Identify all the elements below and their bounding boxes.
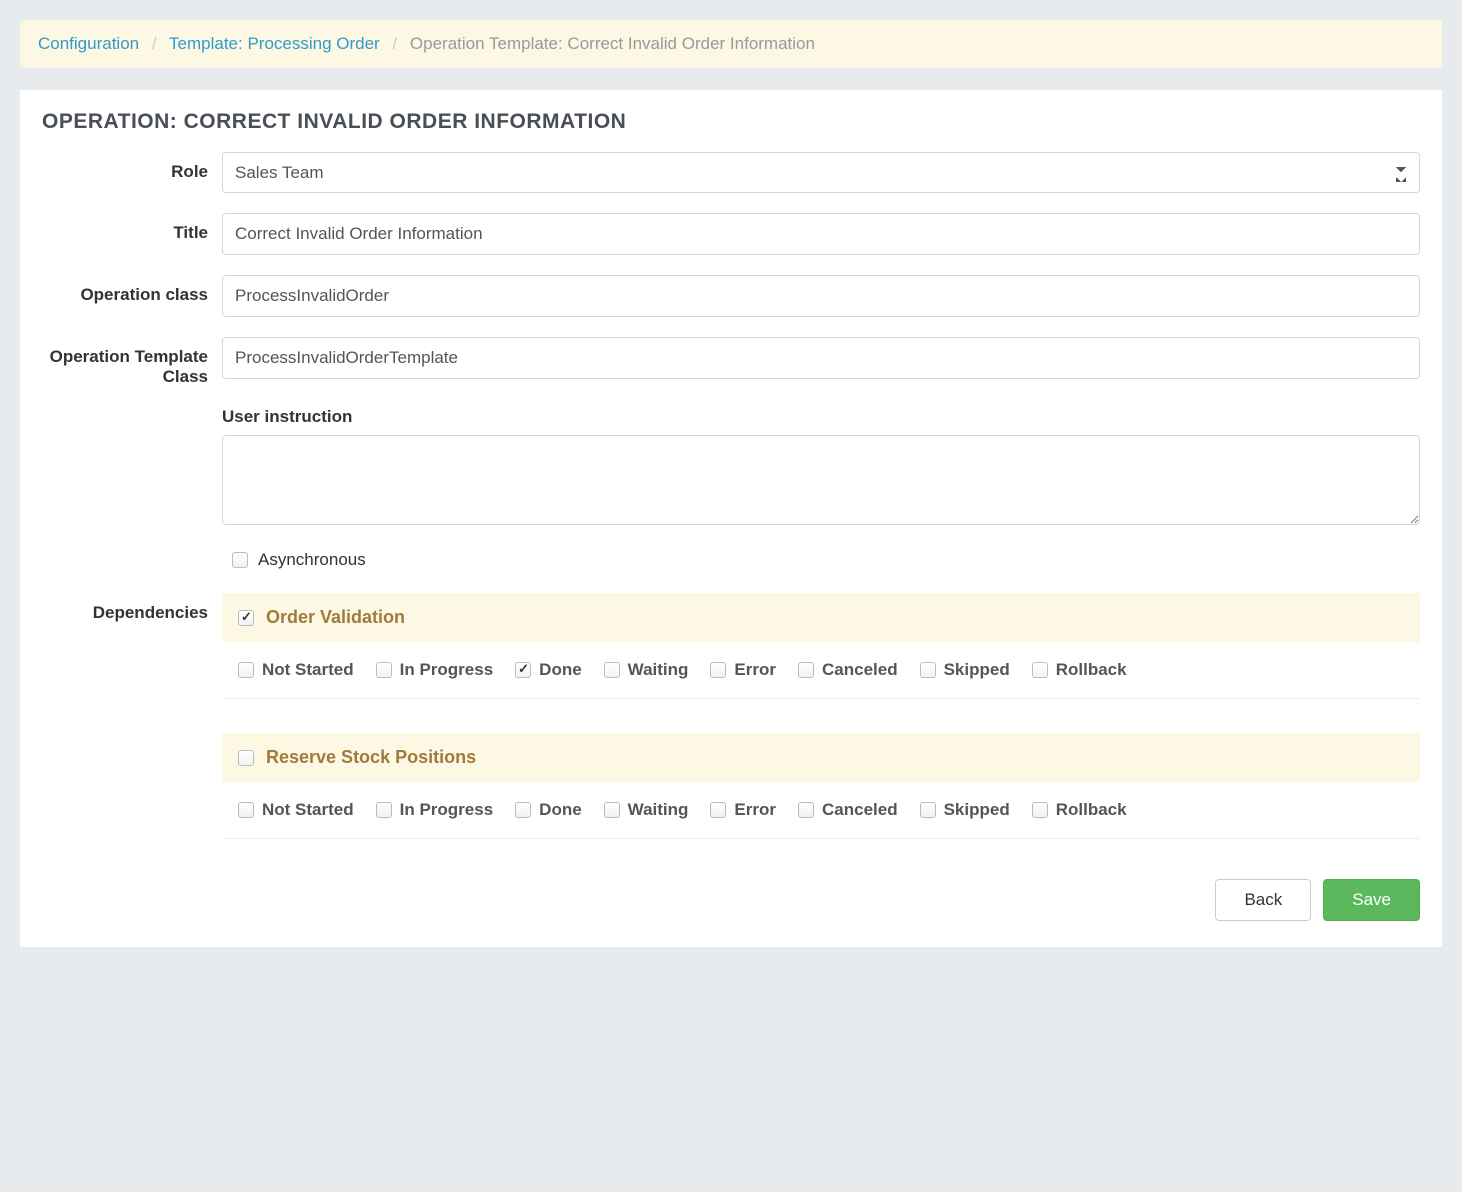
dependency-title: Order Validation	[266, 607, 405, 628]
dependency-state-checkbox[interactable]	[376, 662, 392, 678]
dependency-block: Order Validation Not Started In Progress Do…	[222, 593, 1420, 699]
dependency-state-checkbox[interactable]	[920, 662, 936, 678]
dependency-state[interactable]: Rollback	[1032, 800, 1127, 820]
dependency-state-label: Canceled	[822, 800, 898, 820]
breadcrumb: Configuration / Template: Processing Ord…	[20, 20, 1442, 68]
dependency-states-row: Not Started In Progress Done Waiting Error Ca…	[222, 782, 1420, 839]
dependency-state[interactable]: Not Started	[238, 660, 354, 680]
dependency-state[interactable]: Done	[515, 660, 582, 680]
dependency-enable-checkbox[interactable]	[238, 750, 254, 766]
dependency-state-label: Canceled	[822, 660, 898, 680]
dependency-state-label: In Progress	[400, 800, 494, 820]
dependency-title: Reserve Stock Positions	[266, 747, 476, 768]
dependency-state-checkbox[interactable]	[710, 802, 726, 818]
operation-class-input[interactable]	[222, 275, 1420, 317]
dependencies-container: Order Validation Not Started In Progress Do…	[222, 593, 1420, 839]
dependency-state[interactable]: Waiting	[604, 660, 689, 680]
dependency-block: Reserve Stock Positions Not Started In Pro…	[222, 733, 1420, 839]
dependency-state-label: Error	[734, 800, 776, 820]
dependency-state-checkbox[interactable]	[238, 802, 254, 818]
dependency-state[interactable]: Rollback	[1032, 660, 1127, 680]
dependency-state-label: Done	[539, 800, 582, 820]
dependency-state[interactable]: In Progress	[376, 660, 494, 680]
dependency-state-label: Done	[539, 660, 582, 680]
dependency-state-label: In Progress	[400, 660, 494, 680]
dependency-state[interactable]: Done	[515, 800, 582, 820]
dependency-state-label: Not Started	[262, 800, 354, 820]
dependency-state-label: Skipped	[944, 800, 1010, 820]
dependency-state[interactable]: Waiting	[604, 800, 689, 820]
dependency-state-checkbox[interactable]	[604, 662, 620, 678]
dependency-state-label: Rollback	[1056, 660, 1127, 680]
dependency-state-checkbox[interactable]	[920, 802, 936, 818]
dependency-state[interactable]: Skipped	[920, 800, 1010, 820]
dependency-state-label: Rollback	[1056, 800, 1127, 820]
label-operation-class: Operation class	[42, 275, 222, 305]
label-role: Role	[42, 152, 222, 182]
dependency-state-checkbox[interactable]	[376, 802, 392, 818]
dependency-state-checkbox[interactable]	[1032, 662, 1048, 678]
dependency-state[interactable]: Error	[710, 800, 776, 820]
label-operation-template-class: Operation Template Class	[42, 337, 222, 387]
breadcrumb-configuration[interactable]: Configuration	[38, 34, 139, 53]
dependency-header: Reserve Stock Positions	[222, 733, 1420, 782]
label-asynchronous: Asynchronous	[258, 550, 366, 570]
dependency-state-checkbox[interactable]	[710, 662, 726, 678]
dependency-state[interactable]: Canceled	[798, 800, 898, 820]
dependency-state[interactable]: Not Started	[238, 800, 354, 820]
save-button[interactable]: Save	[1323, 879, 1420, 921]
breadcrumb-current: Operation Template: Correct Invalid Orde…	[410, 34, 815, 53]
dependency-state-checkbox[interactable]	[515, 802, 531, 818]
role-select[interactable]: Sales Team	[222, 152, 1420, 193]
asynchronous-checkbox[interactable]	[232, 552, 248, 568]
dependency-state[interactable]: Error	[710, 660, 776, 680]
dependency-state-label: Waiting	[628, 660, 689, 680]
dependency-state[interactable]: In Progress	[376, 800, 494, 820]
label-title: Title	[42, 213, 222, 243]
dependency-state-checkbox[interactable]	[238, 662, 254, 678]
operation-template-class-input[interactable]	[222, 337, 1420, 379]
dependency-state[interactable]: Skipped	[920, 660, 1010, 680]
operation-panel: OPERATION: CORRECT INVALID ORDER INFORMA…	[20, 90, 1442, 947]
dependency-state[interactable]: Canceled	[798, 660, 898, 680]
dependency-state-checkbox[interactable]	[798, 802, 814, 818]
user-instruction-textarea[interactable]	[222, 435, 1420, 525]
dependency-state-checkbox[interactable]	[515, 662, 531, 678]
label-user-instruction: User instruction	[222, 407, 1420, 427]
dependency-state-label: Error	[734, 660, 776, 680]
title-input[interactable]	[222, 213, 1420, 255]
breadcrumb-separator: /	[392, 34, 397, 53]
breadcrumb-template[interactable]: Template: Processing Order	[169, 34, 380, 53]
dependency-state-checkbox[interactable]	[604, 802, 620, 818]
dependency-enable-checkbox[interactable]	[238, 610, 254, 626]
breadcrumb-separator: /	[152, 34, 157, 53]
dependency-header: Order Validation	[222, 593, 1420, 642]
dependency-states-row: Not Started In Progress Done Waiting Error Ca…	[222, 642, 1420, 699]
dependency-state-label: Skipped	[944, 660, 1010, 680]
dependency-state-checkbox[interactable]	[798, 662, 814, 678]
dependency-state-checkbox[interactable]	[1032, 802, 1048, 818]
dependency-state-label: Not Started	[262, 660, 354, 680]
back-button[interactable]: Back	[1215, 879, 1311, 921]
dependency-state-label: Waiting	[628, 800, 689, 820]
label-dependencies: Dependencies	[42, 593, 222, 623]
page-title: OPERATION: CORRECT INVALID ORDER INFORMA…	[42, 110, 1420, 134]
